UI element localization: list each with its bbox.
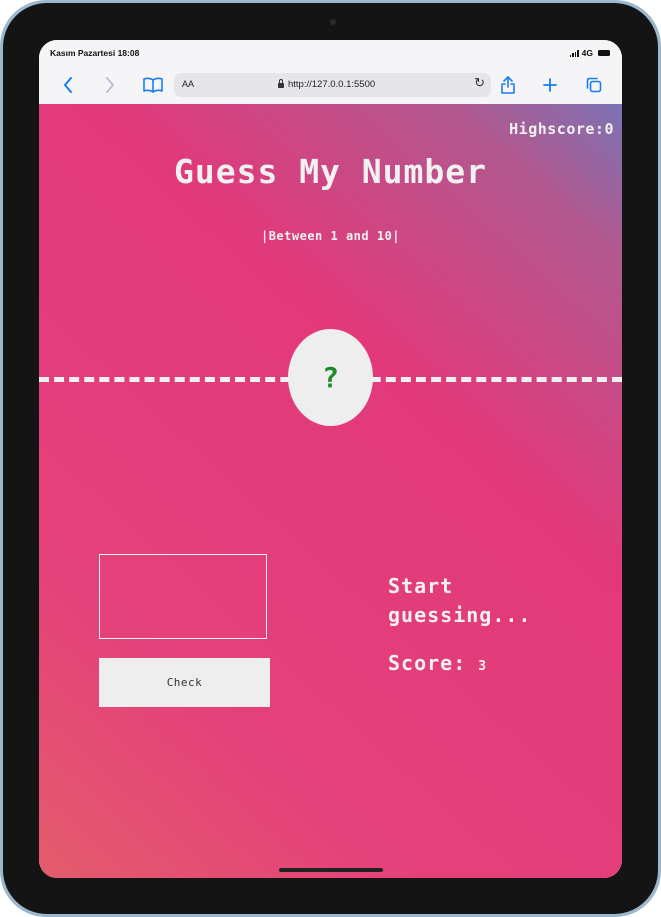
front-camera: [330, 19, 336, 25]
chevron-left-icon[interactable]: [57, 74, 79, 96]
plus-icon[interactable]: [539, 74, 561, 96]
guess-input[interactable]: [99, 554, 267, 639]
range-hint: |Between 1 and 10|: [260, 229, 401, 243]
network-label: 4G: [581, 48, 593, 58]
score-label: Score:: [388, 651, 467, 675]
tablet-screen: Kasım Pazartesi 18:08 4G AA http://127.0…: [39, 40, 622, 878]
game-page: Highscore:0 Guess My Number |Between 1 a…: [39, 104, 622, 878]
url-display[interactable]: http://127.0.0.1:5500: [278, 79, 375, 90]
home-indicator[interactable]: [279, 868, 383, 872]
status-message: Start guessing...: [388, 574, 532, 627]
score: Score: 3: [388, 651, 487, 675]
share-icon[interactable]: [497, 74, 519, 96]
signal-icon: [569, 49, 579, 57]
battery-icon: [598, 50, 610, 56]
browser-toolbar: AA http://127.0.0.1:5500 ↻: [39, 66, 622, 105]
tablet-frame: Kasım Pazartesi 18:08 4G AA http://127.0…: [0, 0, 661, 917]
status-bar: Kasım Pazartesi 18:08 4G: [39, 40, 622, 66]
highscore-label: Highscore:: [509, 120, 605, 138]
check-button[interactable]: Check: [99, 658, 270, 707]
reload-icon[interactable]: ↻: [474, 75, 485, 91]
chevron-right-icon[interactable]: [99, 74, 121, 96]
score-value: 3: [478, 659, 488, 674]
tabs-icon[interactable]: [583, 74, 605, 96]
lock-icon: [278, 79, 284, 88]
status-time: Kasım Pazartesi 18:08: [50, 48, 140, 58]
highscore-value: 0: [604, 120, 614, 138]
secret-number: ?: [288, 329, 373, 426]
address-bar[interactable]: AA http://127.0.0.1:5500 ↻: [174, 73, 491, 97]
status-indicators: 4G: [569, 48, 610, 58]
text-size-button[interactable]: AA: [182, 79, 194, 89]
url-text: http://127.0.0.1:5500: [288, 79, 376, 90]
page-title: Guess My Number: [173, 152, 487, 191]
book-icon[interactable]: [142, 74, 164, 96]
highscore: Highscore:0: [509, 120, 614, 138]
